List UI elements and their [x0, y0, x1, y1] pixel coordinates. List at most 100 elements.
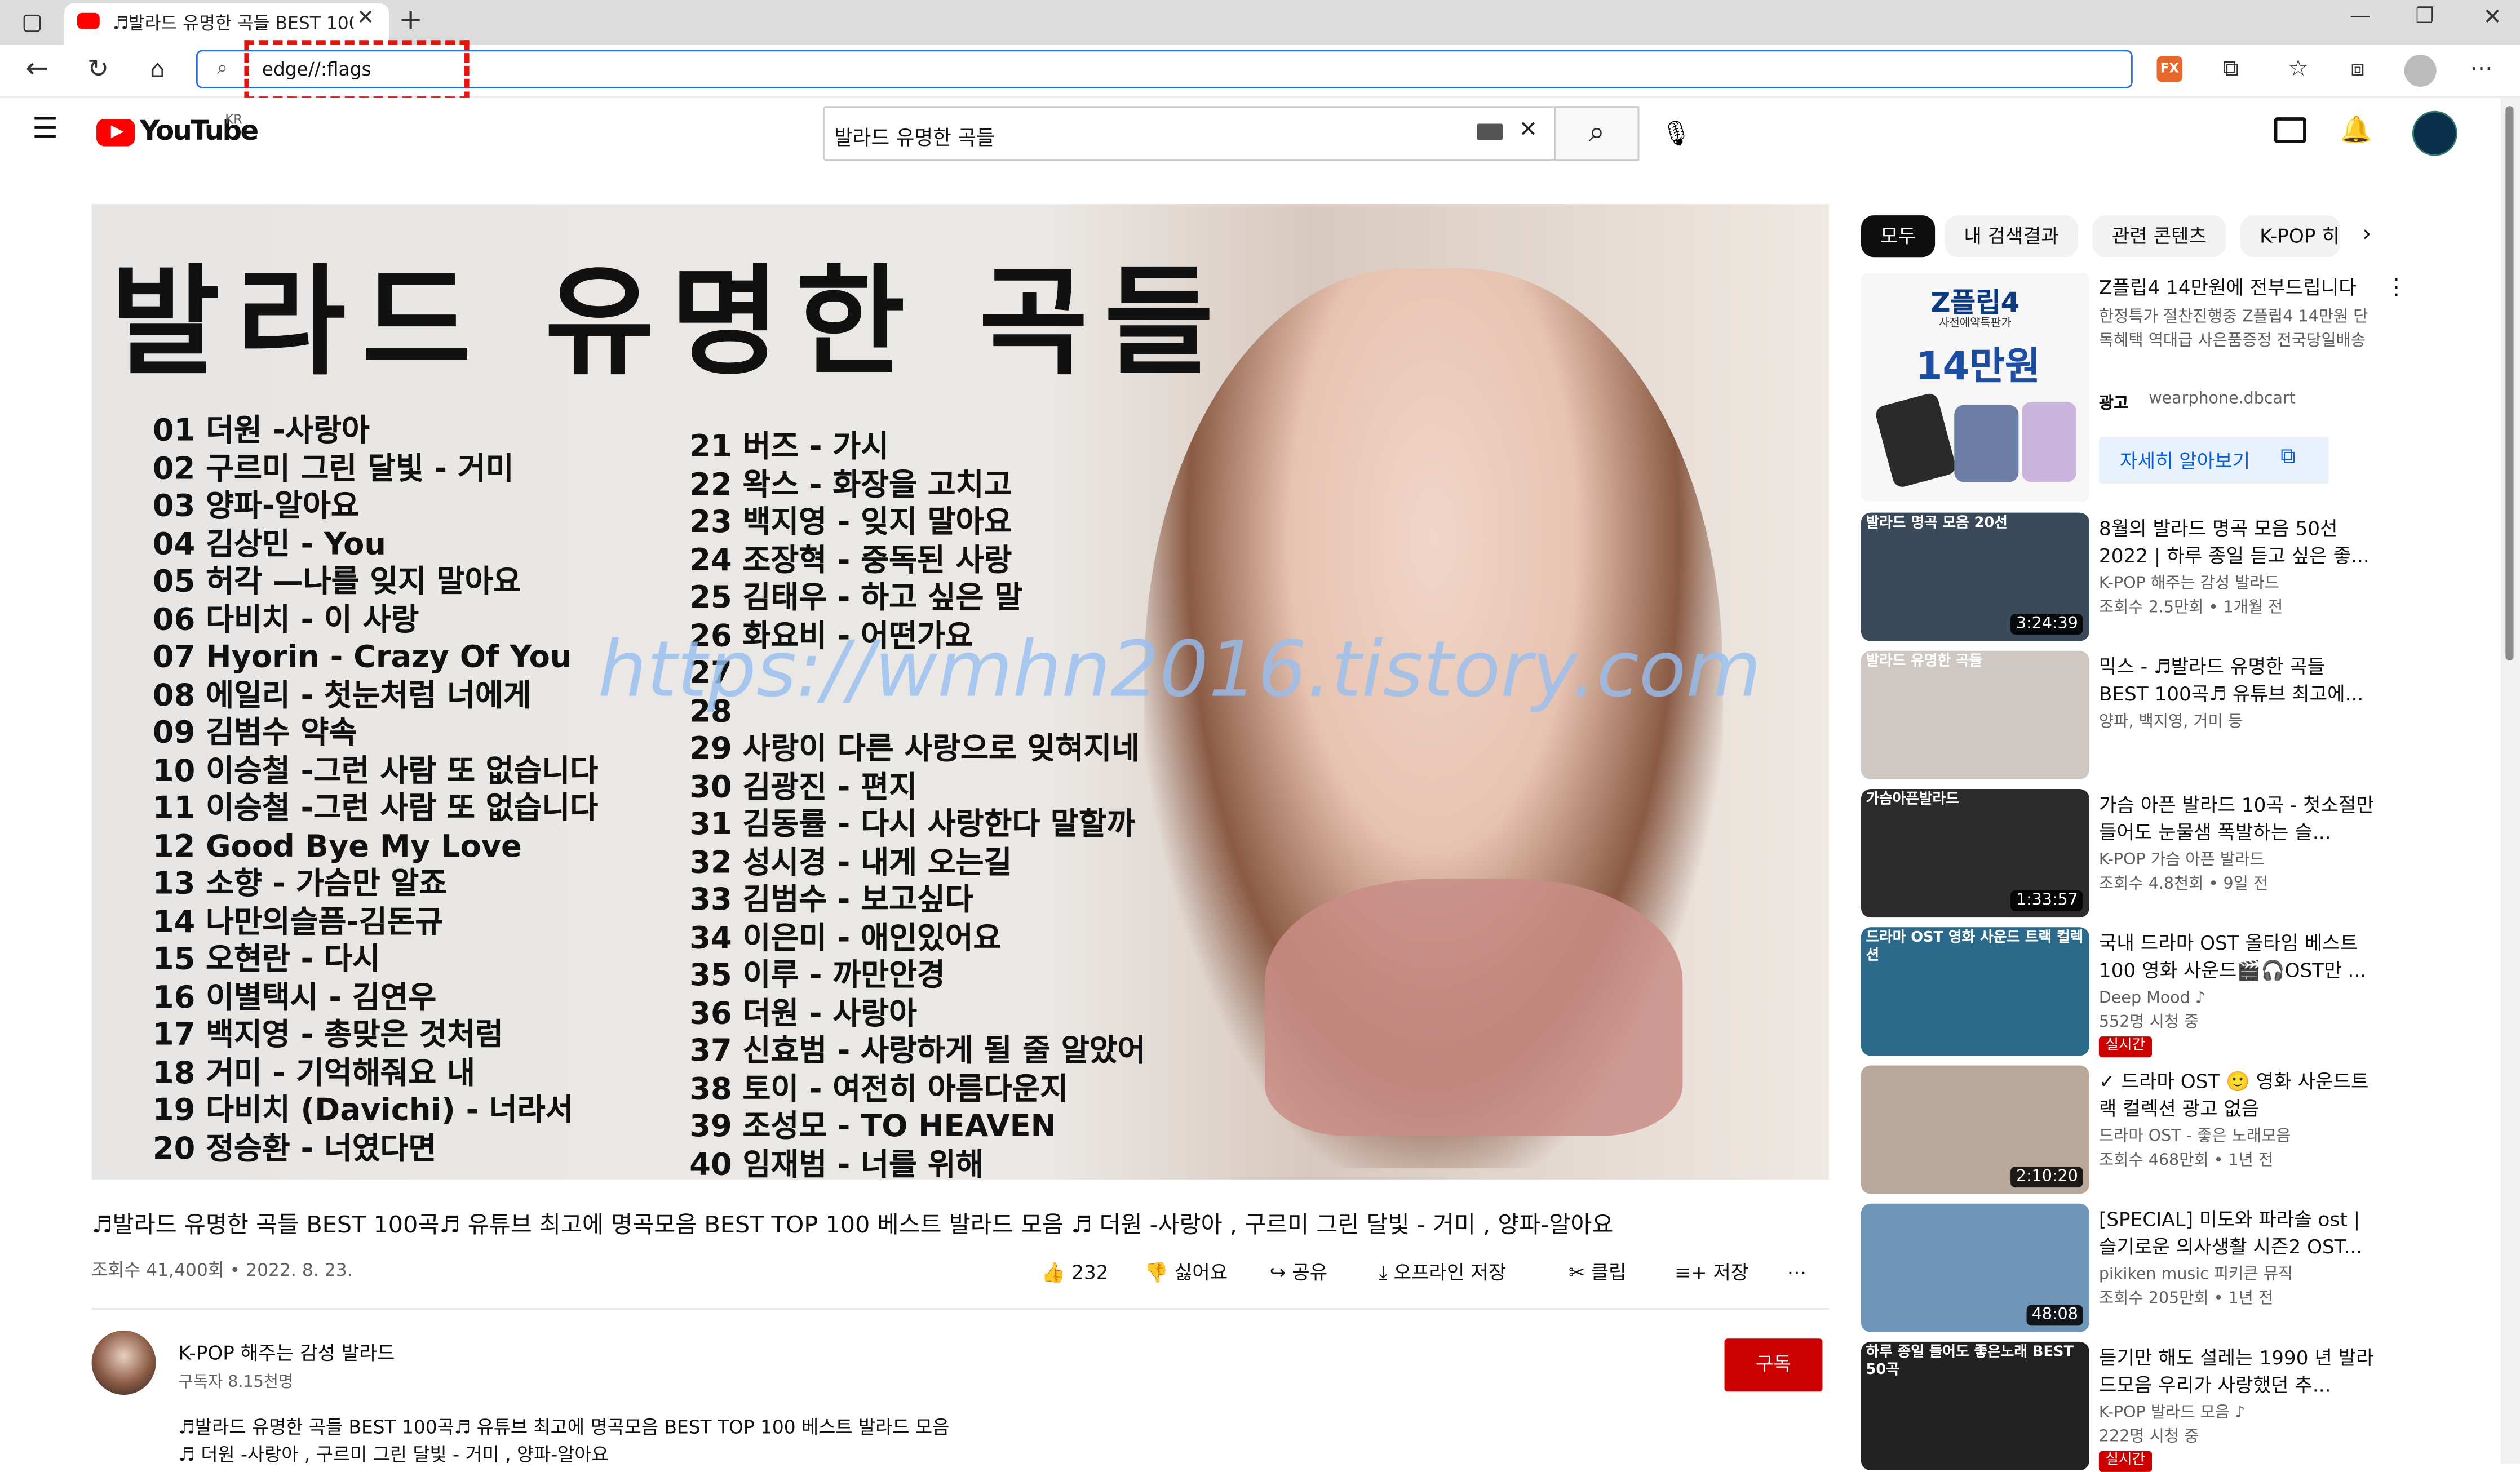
notifications-bell-icon[interactable]: 🔔: [2340, 114, 2372, 144]
phone-image: [1874, 391, 1958, 489]
ad-thumbnail[interactable]: Z플립4 사전예약특판가 14만원: [1861, 273, 2089, 502]
home-icon[interactable]: ⌂: [138, 50, 176, 88]
video-thumbnail[interactable]: 48:08: [1861, 1203, 2089, 1332]
chip-all[interactable]: 모두: [1861, 215, 1936, 258]
related-channel-name[interactable]: Deep Mood ♪: [2099, 987, 2205, 1011]
related-video-title[interactable]: 듣기만 해도 설레는 1990 년 발라드모음 우리가 사랑했던 추...: [2099, 1345, 2375, 1400]
reload-icon[interactable]: ↻: [79, 50, 117, 88]
channel-name[interactable]: K-POP 해주는 감성 발라드: [179, 1338, 395, 1365]
song-item: 34 이은미 - 애인있어요: [689, 920, 1002, 956]
related-video-title[interactable]: 믹스 - ♬발라드 유명한 곡들 BEST 100곡♬ 유튜브 최고에...: [2099, 654, 2375, 709]
external-link-icon: ⧉: [2280, 445, 2296, 469]
collections-icon[interactable]: ⧈: [2339, 50, 2377, 88]
download-button[interactable]: ⤓ 오프라인 저장: [1379, 1257, 1507, 1289]
create-video-icon[interactable]: [2274, 117, 2306, 143]
song-item: 03 양파-알아요: [152, 488, 359, 524]
channel-avatar[interactable]: [91, 1330, 156, 1395]
search-box[interactable]: 발라드 유명한 곡들 ✕: [822, 106, 1556, 161]
close-tab-icon[interactable]: ✕: [357, 6, 374, 30]
related-meta: 552명 시청 중: [2098, 1014, 2199, 1032]
video-meta: 조회수 41,400회 • 2022. 8. 23.: [91, 1260, 353, 1281]
ad-cta-button[interactable]: 자세히 알아보기 ⧉: [2098, 437, 2329, 484]
dislike-button[interactable]: 👎 싫어요: [1144, 1257, 1228, 1289]
related-channel-name[interactable]: K-POP 가슴 아픈 발라드: [2099, 849, 2265, 873]
ad-menu-icon[interactable]: ⋮: [2385, 275, 2407, 301]
song-item: 02 구르미 그린 달빛 - 거미: [152, 450, 514, 486]
browser-tab[interactable]: ♬발라드 유명한 곡들 BEST 100 ✕: [64, 3, 389, 45]
region-label: KR: [225, 112, 243, 127]
live-badge: 실시간: [2098, 1036, 2152, 1058]
video-player[interactable]: 발라드 유명한 곡들 01 더원 -사랑아 02 구르미 그린 달빛 - 거미 …: [91, 204, 1829, 1180]
thumbnail-figure-lower: [1265, 879, 1683, 1136]
related-channel-name[interactable]: K-POP 해주는 감성 발라드: [2099, 572, 2279, 596]
address-bar[interactable]: ⌕ edge//:flags: [196, 50, 2133, 88]
search-input[interactable]: 발라드 유명한 곡들: [834, 121, 995, 151]
page-scrollbar[interactable]: [2500, 97, 2520, 1464]
tab-actions-icon[interactable]: ▢: [13, 3, 51, 42]
related-video-title[interactable]: [SPECIAL] 미도와 파라솔 ost | 슬기로운 의사생활 시즌2 OS…: [2099, 1207, 2375, 1261]
phone-image: [2022, 401, 2077, 482]
hamburger-menu-icon[interactable]: ☰: [32, 113, 58, 147]
download-icon: ⤓: [1379, 1261, 1388, 1284]
chip-my-results[interactable]: 내 검색결과: [1945, 215, 2078, 258]
subscribe-button[interactable]: 구독: [1724, 1338, 1823, 1392]
divider: [91, 1308, 1829, 1310]
song-item: 15 오현란 - 다시: [152, 941, 380, 977]
related-meta: 조회수 205만회 • 1년 전: [2098, 1290, 2274, 1309]
song-item: 09 김범수 약속: [152, 715, 357, 751]
close-window-icon[interactable]: ✕: [2483, 5, 2501, 31]
song-item: 39 조성모 - TO HEAVEN: [689, 1109, 1056, 1145]
youtube-logo-icon[interactable]: [96, 119, 135, 147]
related-channel-name[interactable]: 드라마 OST - 좋은 노래모음: [2099, 1125, 2291, 1149]
dislike-label: 싫어요: [1174, 1261, 1228, 1284]
save-button[interactable]: ≡+ 저장: [1675, 1257, 1748, 1289]
minimize-icon[interactable]: —: [2350, 5, 2371, 29]
duration-badge: 48:08: [2027, 1305, 2083, 1326]
song-item: 30 김광진 - 편지: [689, 769, 917, 805]
related-channel-name[interactable]: pikiken music 피키큰 뮤직: [2099, 1263, 2293, 1287]
search-button-icon[interactable]: ⌕: [1554, 106, 1640, 161]
save-label: 저장: [1713, 1261, 1749, 1284]
video-thumbnail[interactable]: 발라드 명곡 모음 20선 3:24:39: [1861, 512, 2089, 641]
more-menu-icon[interactable]: ⋯: [2462, 50, 2500, 88]
restore-icon[interactable]: ❐: [2416, 5, 2434, 29]
related-video-title[interactable]: 8월의 발라드 명곡 모음 50선 2022 | 하루 종일 듣고 싶은 좋..…: [2099, 516, 2375, 570]
extension-fx-icon[interactable]: FX: [2156, 56, 2183, 82]
related-channel-name[interactable]: 양파, 백지영, 거미 등: [2099, 710, 2243, 734]
more-actions-icon[interactable]: ⋯: [1787, 1257, 1806, 1289]
video-thumbnail[interactable]: 가슴아픈발라드 1:33:57: [1861, 789, 2089, 918]
chevron-right-icon[interactable]: ›: [2363, 221, 2372, 247]
extensions-icon[interactable]: ⧉: [2212, 50, 2250, 88]
related-video-title[interactable]: 국내 드라마 OST 올타임 베스트 100 영화 사운드🎬🎧OST만 ...: [2099, 930, 2375, 985]
related-video-title[interactable]: ✓ 드라마 OST 🙂 영화 사운드트랙 컬렉션 광고 없음: [2099, 1068, 2375, 1123]
ad-domain: wearphone.dbcart: [2149, 390, 2296, 409]
video-thumbnail[interactable]: 발라드 유명한 곡들: [1861, 650, 2089, 779]
chip-kpop[interactable]: K-POP 히: [2240, 215, 2340, 258]
video-thumbnail[interactable]: 2:10:20: [1861, 1065, 2089, 1194]
favorites-icon[interactable]: ☆: [2279, 50, 2317, 88]
song-item: 40 임재범 - 너를 위해: [689, 1146, 984, 1180]
profile-avatar-icon[interactable]: [2404, 54, 2437, 87]
song-item: 05 허각 —나를 잊지 말아요: [152, 564, 521, 600]
ad-description: 한정특가 절찬진행중 Z플립4 14만원 단독혜택 역대급 사은품증정 전국당일…: [2098, 308, 2368, 351]
clear-search-icon[interactable]: ✕: [1519, 117, 1538, 143]
user-avatar[interactable]: [2412, 110, 2457, 156]
song-item: 35 이루 - 까만안경: [689, 957, 945, 994]
tab-title: ♬발라드 유명한 곡들 BEST 100: [112, 12, 354, 34]
share-label: 공유: [1292, 1261, 1328, 1284]
related-video-title[interactable]: 가슴 아픈 발라드 10곡 - 첫소절만 들어도 눈물샘 폭발하는 슬...: [2099, 792, 2375, 847]
related-channel-name[interactable]: K-POP 발라드 모음 ♪: [2099, 1401, 2245, 1425]
new-tab-icon[interactable]: +: [398, 3, 423, 37]
share-button[interactable]: ↪ 공유: [1270, 1257, 1328, 1289]
video-thumbnail[interactable]: 하루 종일 들어도 좋은노래 BEST 50곡: [1861, 1341, 2089, 1471]
thumbnail-text: 가슴아픈발라드: [1866, 792, 1959, 809]
like-button[interactable]: 👍 232: [1042, 1257, 1109, 1289]
chip-related[interactable]: 관련 콘텐츠: [2092, 215, 2226, 258]
highlight-annotation: [244, 40, 470, 101]
microphone-icon[interactable]: 🎙: [1659, 116, 1694, 151]
video-thumbnail[interactable]: 드라마 OST 영화 사운드 트랙 컬렉션: [1861, 927, 2089, 1056]
back-icon[interactable]: ←: [17, 50, 56, 88]
clip-button[interactable]: ✂ 클립: [1569, 1257, 1627, 1289]
keyboard-icon[interactable]: [1477, 123, 1503, 140]
ad-title[interactable]: Z플립4 14만원에 전부드립니다: [2099, 273, 2380, 300]
